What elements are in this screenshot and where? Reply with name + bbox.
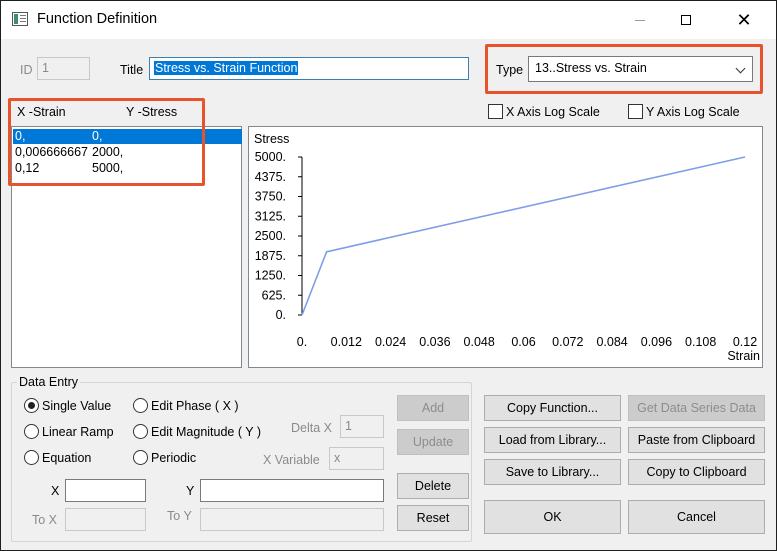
- chart-x-tick-label: 0.096: [641, 335, 672, 349]
- save-to-library-button[interactable]: Save to Library...: [484, 459, 621, 485]
- function-chart: 0. 625. 1250. 1875. 2500. 3125. 3750. 4375. 5000…: [248, 126, 763, 368]
- radio-single-value-label: Single Value: [42, 399, 112, 413]
- radio-equation-label: Equation: [42, 451, 92, 465]
- id-label: ID: [20, 63, 33, 77]
- minimize-button[interactable]: [617, 1, 663, 39]
- chart-y-ticks: 0. 625. 1250. 1875. 2500. 3125. 3750. 4375. 5000…: [255, 150, 302, 322]
- chart-x-ticks: 0. 0.012 0.024 0.036 0.048 0.06 0.072 0.084 0.09…: [297, 335, 757, 349]
- update-button[interactable]: Update: [397, 429, 469, 455]
- chart-x-tick-label: 0.12: [733, 335, 757, 349]
- radio-edit-magnitude[interactable]: [133, 424, 148, 439]
- chart-y-tick-label: 0.: [276, 308, 286, 322]
- radio-edit-phase-label: Edit Phase ( X ): [151, 399, 239, 413]
- chart-y-tick-label: 625.: [262, 288, 286, 302]
- chart-y-axis-label: Stress: [254, 132, 289, 146]
- cancel-button[interactable]: Cancel: [628, 500, 765, 534]
- function-definition-dialog: Function Definition ✕ ID 1 Title Stress …: [0, 0, 777, 551]
- get-data-series-button[interactable]: Get Data Series Data: [628, 395, 765, 421]
- to-x-label: To X: [32, 513, 58, 527]
- y-value-label: Y: [186, 484, 195, 498]
- chart-y-tick-label: 4375.: [255, 170, 286, 184]
- title-bar[interactable]: Function Definition ✕: [1, 1, 776, 39]
- chart-x-tick-label: 0.108: [685, 335, 716, 349]
- chart-series: [301, 156, 746, 316]
- copy-to-clipboard-button[interactable]: Copy to Clipboard: [628, 459, 765, 485]
- app-icon: [12, 12, 28, 26]
- chart-y-tick-label: 1875.: [255, 249, 286, 263]
- chart-svg: 0. 625. 1250. 1875. 2500. 3125. 3750. 4375. 5000…: [254, 132, 760, 363]
- id-field[interactable]: 1: [37, 57, 90, 80]
- window-title: Function Definition: [37, 11, 158, 27]
- data-entry-legend: Data Entry: [17, 375, 81, 389]
- load-from-library-button[interactable]: Load from Library...: [484, 427, 621, 453]
- x-variable-field[interactable]: x: [329, 447, 384, 470]
- delta-x-label: Delta X: [291, 421, 332, 435]
- copy-function-button[interactable]: Copy Function...: [484, 395, 621, 421]
- maximize-button[interactable]: [663, 1, 709, 39]
- radio-periodic-label: Periodic: [151, 451, 197, 465]
- y-axis-log-label: Y Axis Log Scale: [646, 105, 740, 119]
- radio-periodic[interactable]: [133, 450, 148, 465]
- maximize-icon: [681, 15, 691, 26]
- chart-y-tick-label: 3750.: [255, 190, 286, 204]
- title-input-value: Stress vs. Strain Function: [154, 61, 299, 75]
- chart-x-tick-label: 0.024: [375, 335, 406, 349]
- chart-series-line: [301, 156, 746, 316]
- chart-y-tick-label: 2500.: [255, 229, 286, 243]
- to-x-input[interactable]: [65, 508, 146, 531]
- close-icon: ✕: [736, 10, 752, 30]
- chart-x-tick-label: 0.072: [552, 335, 583, 349]
- minimize-icon: [635, 19, 645, 21]
- add-button[interactable]: Add: [397, 395, 469, 421]
- chart-x-tick-label: 0.: [297, 335, 307, 349]
- title-label: Title: [120, 63, 144, 77]
- delete-button[interactable]: Delete: [397, 473, 469, 499]
- radio-equation[interactable]: [24, 450, 39, 465]
- close-button[interactable]: ✕: [721, 1, 767, 39]
- chart-y-tick-label: 3125.: [255, 209, 286, 223]
- radio-linear-ramp[interactable]: [24, 424, 39, 439]
- reset-button[interactable]: Reset: [397, 505, 469, 531]
- to-y-input[interactable]: [200, 508, 384, 531]
- to-y-label: To Y: [167, 509, 192, 523]
- x-value-label: X: [51, 484, 60, 498]
- y-value-input[interactable]: [200, 479, 384, 502]
- x-axis-log-checkbox[interactable]: [488, 104, 503, 119]
- chart-x-tick-label: 0.048: [464, 335, 495, 349]
- radio-edit-magnitude-label: Edit Magnitude ( Y ): [151, 425, 262, 439]
- chart-x-axis-label: Strain: [727, 349, 760, 363]
- chart-x-tick-label: 0.06: [511, 335, 535, 349]
- chart-x-tick-label: 0.012: [331, 335, 362, 349]
- list-highlight-annotation: [8, 98, 205, 186]
- x-axis-log-label: X Axis Log Scale: [506, 105, 600, 119]
- chart-y-tick-label: 1250.: [255, 269, 286, 283]
- chart-y-tick-label: 5000.: [255, 150, 286, 164]
- paste-from-clipboard-button[interactable]: Paste from Clipboard: [628, 427, 765, 453]
- radio-linear-ramp-label: Linear Ramp: [42, 425, 114, 439]
- x-value-input[interactable]: [65, 479, 146, 502]
- x-variable-label: X Variable: [263, 453, 320, 467]
- radio-single-value[interactable]: [24, 398, 39, 413]
- radio-edit-phase[interactable]: [133, 398, 148, 413]
- title-input[interactable]: Stress vs. Strain Function: [149, 57, 469, 80]
- type-highlight-annotation: [485, 44, 763, 94]
- y-axis-log-checkbox[interactable]: [628, 104, 643, 119]
- ok-button[interactable]: OK: [484, 500, 621, 534]
- chart-x-tick-label: 0.036: [419, 335, 450, 349]
- delta-x-field[interactable]: 1: [340, 415, 384, 438]
- chart-x-tick-label: 0.084: [596, 335, 627, 349]
